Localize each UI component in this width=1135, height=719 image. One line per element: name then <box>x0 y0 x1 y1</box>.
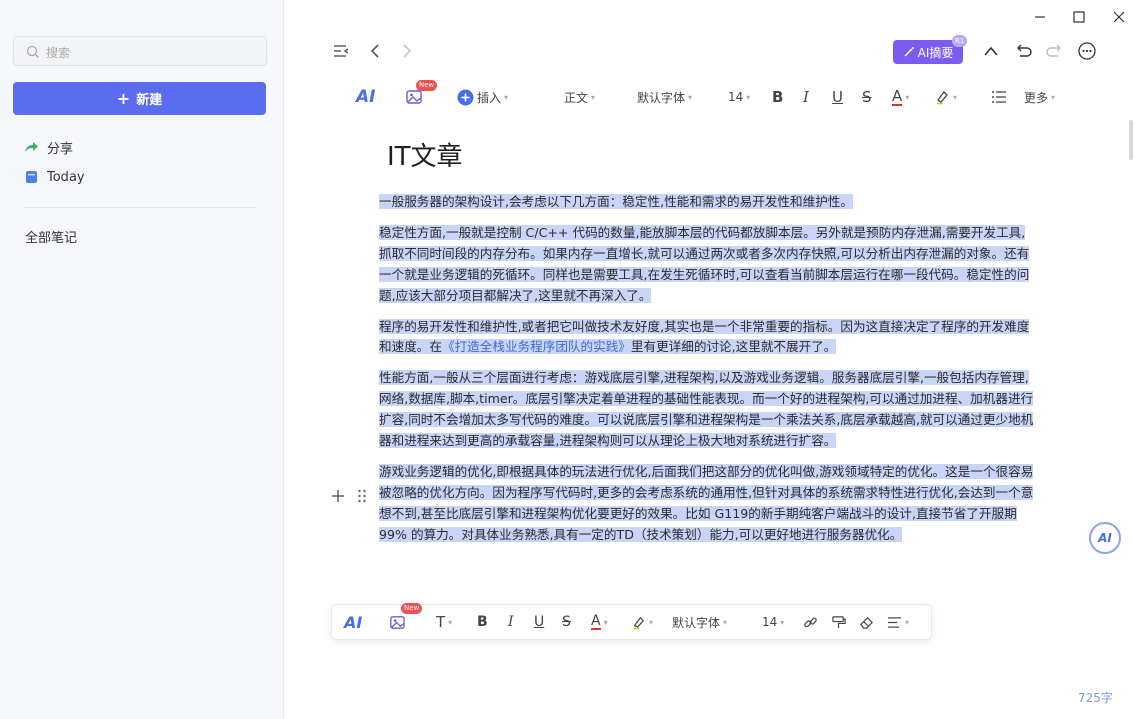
collapse-sidebar-icon[interactable] <box>330 40 352 62</box>
font-size-select[interactable]: 14 ▾ <box>762 605 784 639</box>
chevron-down-icon: ▾ <box>504 92 509 102</box>
close-icon[interactable] <box>1108 6 1130 28</box>
magic-wand-icon <box>904 47 914 57</box>
more-menu-button[interactable]: 更多 ▾ <box>1024 82 1055 112</box>
font-size-select[interactable]: 14 ▾ <box>728 82 750 112</box>
ai-icon[interactable]: AI <box>356 82 375 112</box>
text-style-icon[interactable]: T ▾ <box>436 605 452 639</box>
eraser-icon[interactable] <box>859 605 874 639</box>
paragraph-text: 性能方面,一般从三个层面进行考虑：游戏底层引擎,进程架构,以及游戏业务逻辑。服务… <box>379 370 1034 449</box>
forward-icon[interactable] <box>396 40 418 62</box>
sidebar: + 新建 分享 Today 全部笔记 <box>0 0 284 719</box>
highlight-icon[interactable]: ▾ <box>631 605 653 639</box>
new-note-label: 新建 <box>136 93 163 108</box>
format-painter-icon[interactable] <box>831 605 846 639</box>
ai-icon[interactable]: AI <box>344 605 362 639</box>
new-note-button[interactable]: + 新建 <box>13 82 266 115</box>
strikethrough-icon[interactable]: S <box>862 82 872 112</box>
maximize-icon[interactable] <box>1068 6 1090 28</box>
font-family-select[interactable]: 默认字体 ▾ <box>637 82 692 112</box>
back-icon[interactable] <box>364 40 386 62</box>
search-box[interactable] <box>13 36 267 66</box>
document-body[interactable]: 一般服务器的架构设计,会考虑以下几方面：稳定性,性能和需求的易开发性和维护性。 … <box>379 192 1035 556</box>
insert-label: 插入 <box>477 90 502 105</box>
insert-menu-button[interactable]: 插入 ▾ <box>457 82 508 112</box>
paragraph-style-select[interactable]: 正文 ▾ <box>564 82 595 112</box>
paragraph-text: 稳定性方面,一般就是控制 C/C++ 代码的数量,能放脚本层的代码都放脚本层。另… <box>379 224 1030 303</box>
chevron-up-icon[interactable] <box>980 40 1002 62</box>
font-family-select[interactable]: 默认字体 ▾ <box>672 605 727 639</box>
ai-summary-label: AI摘要 <box>917 45 954 60</box>
notebook-icon <box>26 171 37 183</box>
redo-icon[interactable] <box>1044 40 1066 62</box>
scrollbar[interactable] <box>1129 120 1133 160</box>
all-notes-link[interactable]: 全部笔记 <box>25 227 77 246</box>
ai-assistant-icon[interactable]: AI <box>1089 522 1121 554</box>
search-icon <box>26 45 39 58</box>
strikethrough-icon[interactable]: S <box>562 605 571 639</box>
minimize-icon[interactable] <box>1029 6 1051 28</box>
italic-icon[interactable]: I <box>803 82 809 112</box>
underline-icon[interactable]: U <box>534 605 544 639</box>
align-icon[interactable]: ▾ <box>887 605 909 639</box>
sidebar-item-today[interactable]: Today <box>23 166 85 188</box>
drag-handle-icon[interactable] <box>357 488 367 507</box>
chevron-down-icon: ▾ <box>780 617 785 627</box>
chevron-down-icon: ▾ <box>688 92 693 102</box>
highlight-icon[interactable]: ▾ <box>934 82 957 112</box>
text-color-icon[interactable]: A ▾ <box>591 605 608 639</box>
plus-icon: + <box>116 88 131 108</box>
document-title[interactable]: IT文章 <box>387 136 463 173</box>
chevron-down-icon: ▾ <box>591 92 596 102</box>
undo-icon[interactable] <box>1012 40 1034 62</box>
new-badge: New <box>416 80 438 91</box>
paragraph: 游戏业务逻辑的优化,即根据具体的玩法进行优化,后面我们把这部分的优化叫做,游戏领… <box>379 462 1035 546</box>
paragraph: 程序的易开发性和维护性,或者把它叫做技术友好度,其实也是一个非常重要的指标。因为… <box>379 317 1035 359</box>
add-circle-icon <box>457 89 474 105</box>
chevron-down-icon: ▾ <box>746 92 751 102</box>
search-input[interactable] <box>44 42 258 64</box>
bold-icon[interactable]: B <box>477 605 488 639</box>
list-icon[interactable] <box>991 82 1007 112</box>
underline-icon[interactable]: U <box>832 82 843 112</box>
divider <box>23 207 257 208</box>
sidebar-item-label: Today <box>47 169 85 185</box>
italic-icon[interactable]: I <box>508 605 514 639</box>
chevron-down-icon: ▾ <box>1051 92 1056 102</box>
add-block-icon[interactable] <box>331 488 345 507</box>
link-icon[interactable] <box>803 605 818 639</box>
chevron-down-icon: ▾ <box>723 617 728 627</box>
share-arrow-icon <box>25 142 38 152</box>
paragraph: 一般服务器的架构设计,会考虑以下几方面：稳定性,性能和需求的易开发性和维护性。 <box>379 192 1035 213</box>
paragraph-text: 一般服务器的架构设计,会考虑以下几方面：稳定性,性能和需求的易开发性和维护性。 <box>379 194 853 209</box>
article-link[interactable]: 《打造全栈业务程序团队的实践》 <box>442 339 631 354</box>
word-count: 725字 <box>1078 691 1113 705</box>
paragraph-text: 里有更详细的讨论,这里就不展开了。 <box>630 339 837 355</box>
floating-format-toolbar: AI New T ▾ B I U S A ▾ ▾ 默认字体 ▾ 14 ▾ ▾ <box>331 603 932 640</box>
bold-icon[interactable]: B <box>772 82 783 112</box>
new-badge: New <box>401 603 423 614</box>
paragraph: 稳定性方面,一般就是控制 C/C++ 代码的数量,能放脚本层的代码都放脚本层。另… <box>379 223 1035 307</box>
format-toolbar: AI New 插入 ▾ 正文 ▾ 默认字体 ▾ 14 ▾ B I U S A ▾ ▾ 更… <box>350 80 1070 112</box>
r1-badge: R1 <box>952 35 968 47</box>
sidebar-item-label: 分享 <box>47 141 74 157</box>
paragraph: 性能方面,一般从三个层面进行考虑：游戏底层引擎,进程架构,以及游戏业务逻辑。服务… <box>379 368 1035 452</box>
sidebar-item-share[interactable]: 分享 <box>23 136 73 158</box>
text-color-icon[interactable]: A ▾ <box>892 82 909 112</box>
paragraph-text: 游戏业务逻辑的优化,即根据具体的玩法进行优化,后面我们把这部分的优化叫做,游戏领… <box>379 463 1034 542</box>
more-options-icon[interactable] <box>1076 40 1098 62</box>
